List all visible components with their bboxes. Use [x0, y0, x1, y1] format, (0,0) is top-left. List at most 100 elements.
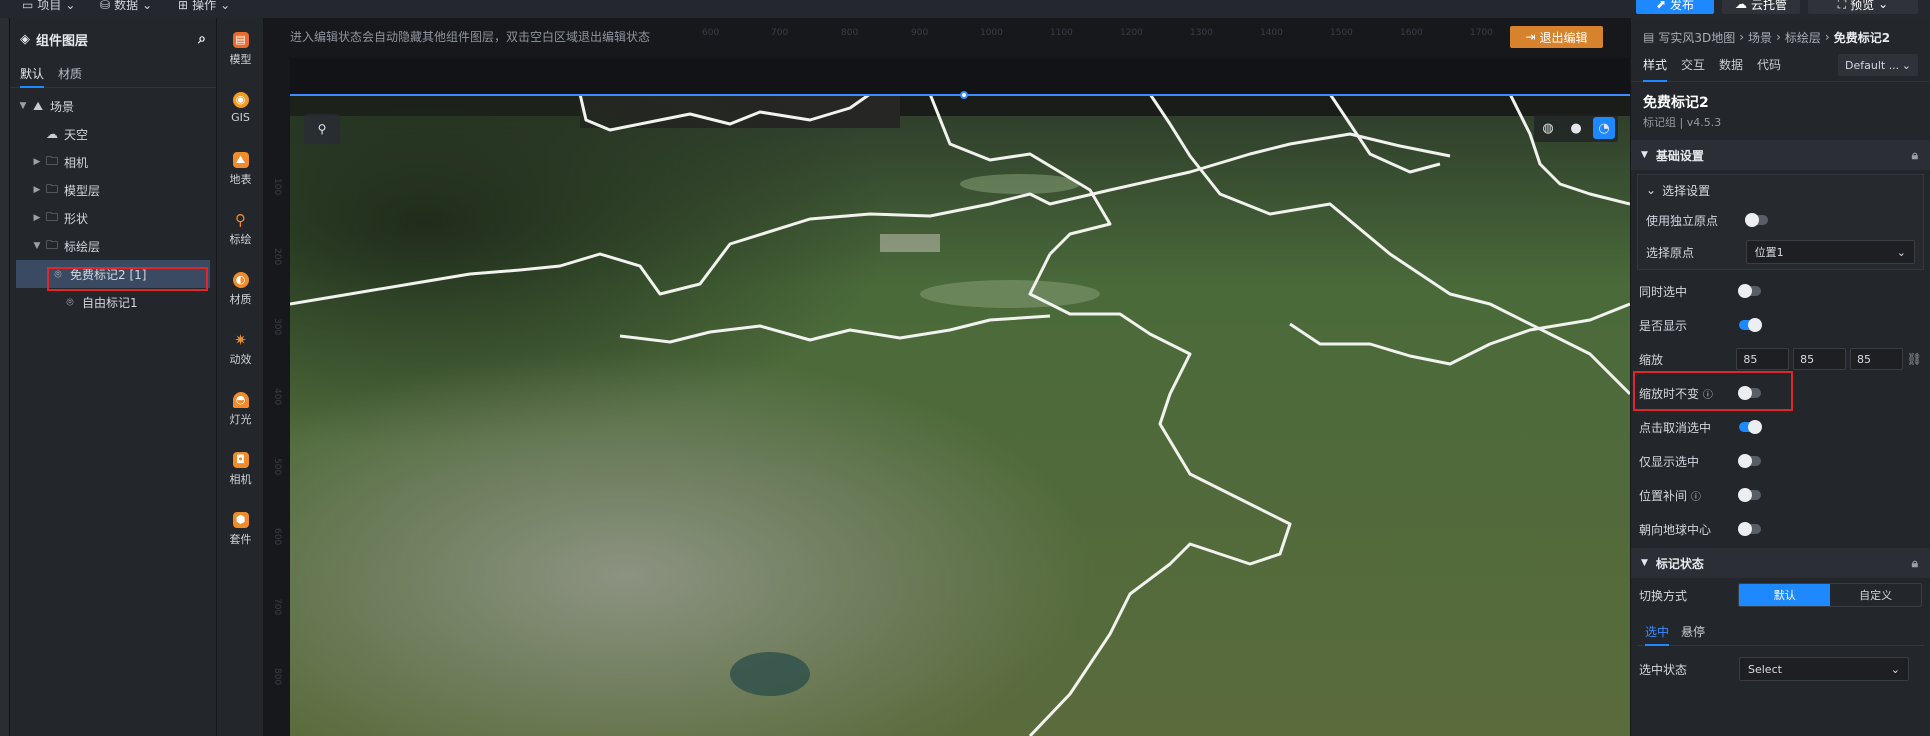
- tab-data[interactable]: 数据: [1719, 48, 1743, 82]
- tab-material[interactable]: 材质: [58, 60, 82, 88]
- caret-down-icon[interactable]: ▼: [16, 101, 30, 111]
- select-settings-header[interactable]: ⌄ 选择设置: [1638, 175, 1923, 205]
- chevron-down-icon: ⌄: [220, 0, 231, 12]
- highlight-box: [1633, 371, 1793, 411]
- ruler-left: 100 200 300 400 500 600 700 800: [264, 58, 290, 736]
- component-version: 标记组 | v4.5.3: [1643, 116, 1722, 129]
- row-only-selected: 仅显示选中: [1631, 444, 1930, 478]
- folder-icon: 🗀: [45, 153, 58, 168]
- rotate-view-icon[interactable]: ◔: [1593, 117, 1615, 139]
- ruler-tick: 800: [841, 28, 859, 38]
- tree-node-sky[interactable]: ☁ 天空: [10, 120, 216, 148]
- ruler-tick: 300: [272, 318, 282, 336]
- satellite-map[interactable]: ⚲ ◍ ● ◔: [290, 94, 1630, 736]
- breadcrumb-item[interactable]: 标绘层: [1785, 29, 1821, 46]
- independent-origin-toggle[interactable]: [1745, 213, 1768, 227]
- top-toolbar: ▭ 项目 ⌄ ⛁ 数据 ⌄ ⊞ 操作 ⌄ ⬈ 发布 ☁ 云托管 ⛶ 预览 ⌄: [0, 0, 1930, 18]
- tree-node-plot-layer[interactable]: ▼ 🗀 标绘层: [10, 232, 216, 260]
- theme-select[interactable]: Default ... ⌄: [1838, 54, 1918, 76]
- highlight-box: [47, 267, 208, 291]
- only-selected-toggle[interactable]: [1738, 454, 1761, 468]
- tree-node-shape[interactable]: ▶ 🗀 形状: [10, 204, 216, 232]
- tool-model[interactable]: ▤ 模型: [217, 32, 264, 67]
- preview-button[interactable]: ⛶ 预览 ⌄: [1808, 0, 1918, 14]
- ruler-tick: 1700: [1470, 28, 1493, 38]
- cloud-button[interactable]: ☁ 云托管: [1722, 0, 1800, 14]
- face-center-toggle[interactable]: [1738, 522, 1761, 536]
- tree-node-scene[interactable]: ▼ ⛰ 场景: [10, 92, 216, 120]
- breadcrumb-item[interactable]: 场景: [1748, 29, 1772, 46]
- publish-icon: ⬈: [1655, 0, 1667, 11]
- menu-operate[interactable]: ⊞ 操作 ⌄: [178, 0, 230, 13]
- tree-node-camera[interactable]: ▶ 🗀 相机: [10, 148, 216, 176]
- row-select-state: 选中状态 Select ⌄: [1637, 652, 1924, 686]
- caret-down-icon[interactable]: ▼: [30, 241, 44, 251]
- editor-canvas[interactable]: 600 700 800 900 1000 1100 1200 1300 1400…: [264, 18, 1630, 736]
- tree-node-model-layer[interactable]: ▶ 🗀 模型层: [10, 176, 216, 204]
- exit-edit-button[interactable]: ⇥ 退出编辑: [1510, 26, 1603, 48]
- ruler-tick: 500: [272, 458, 282, 476]
- scale-x-input[interactable]: 85: [1736, 348, 1790, 370]
- ruler-tick: 600: [702, 28, 720, 38]
- tool-plot[interactable]: ⚲ 标绘: [217, 212, 264, 247]
- scale-y-input[interactable]: 85: [1793, 348, 1846, 370]
- section-basic-settings[interactable]: ▼ 基础设置 🔒︎: [1631, 140, 1930, 170]
- lock-icon[interactable]: 🔒︎: [1912, 556, 1918, 571]
- caret-right-icon[interactable]: ▶: [30, 185, 44, 195]
- breadcrumb: ▤ 写实风3D地图 › 场景 › 标绘层 › 免费标记2: [1631, 26, 1930, 48]
- position-interp-toggle[interactable]: [1738, 488, 1761, 502]
- tool-gis[interactable]: ◉ GIS: [217, 92, 264, 124]
- ruler-tick: 1400: [1260, 28, 1283, 38]
- lock-icon[interactable]: 🔒︎: [1912, 148, 1918, 163]
- ruler-tick: 200: [272, 248, 282, 266]
- chevron-down-icon: ⌄: [142, 0, 153, 12]
- tool-effect[interactable]: ✷ 动效: [217, 332, 264, 367]
- tab-style[interactable]: 样式: [1643, 48, 1668, 82]
- globe-view-icon[interactable]: ◍: [1537, 117, 1559, 139]
- publish-button[interactable]: ⬈ 发布: [1636, 0, 1714, 14]
- file-icon: ▭: [22, 0, 34, 12]
- layers-title: 组件图层: [36, 33, 89, 49]
- select-together-toggle[interactable]: [1738, 284, 1761, 298]
- ruler-tick: 800: [272, 668, 282, 686]
- row-face-center: 朝向地球中心: [1631, 512, 1930, 546]
- visible-toggle[interactable]: [1739, 318, 1762, 332]
- material-icon: ◐: [232, 272, 249, 288]
- tool-light[interactable]: ◓ 灯光: [217, 392, 264, 427]
- menu-project[interactable]: ▭ 项目 ⌄: [22, 0, 75, 13]
- tool-camera[interactable]: ◘ 相机: [217, 452, 264, 487]
- state-tabs: 选中 悬停: [1637, 618, 1924, 646]
- link-icon[interactable]: ⛓: [1907, 352, 1922, 366]
- ruler-tick: 900: [911, 28, 929, 38]
- tool-material[interactable]: ◐ 材质: [217, 272, 264, 307]
- origin-select[interactable]: 位置1 ⌄: [1745, 240, 1915, 264]
- tool-terrain[interactable]: ⛰ 地表: [217, 152, 264, 187]
- scale-z-input[interactable]: 85: [1849, 348, 1903, 370]
- resize-handle[interactable]: [960, 91, 968, 99]
- row-scale-invariant: 缩放时不变 ⓘ: [1631, 371, 1930, 411]
- tab-selected-state[interactable]: 选中: [1645, 618, 1670, 646]
- tool-kit[interactable]: ⬢ 套件: [217, 512, 264, 547]
- tab-hover-state[interactable]: 悬停: [1681, 618, 1705, 646]
- tab-code[interactable]: 代码: [1757, 48, 1781, 82]
- light-icon: ◓: [232, 392, 249, 408]
- tab-default[interactable]: 默认: [20, 60, 45, 88]
- caret-right-icon[interactable]: ▶: [30, 213, 44, 223]
- breadcrumb-item[interactable]: 写实风3D地图: [1658, 29, 1735, 46]
- select-state-select[interactable]: Select ⌄: [1739, 657, 1909, 681]
- chevron-right-icon: ›: [1776, 30, 1781, 44]
- switch-mode-default[interactable]: 默认: [1739, 584, 1831, 606]
- click-cancel-toggle[interactable]: [1739, 420, 1762, 434]
- menu-data[interactable]: ⛁ 数据 ⌄: [100, 0, 152, 13]
- layers-tabs: 默认 材质: [10, 60, 216, 88]
- tree-node-free-marker-1[interactable]: ⌾ 自由标记1: [10, 288, 216, 316]
- caret-right-icon[interactable]: ▶: [30, 157, 44, 167]
- sphere-view-icon[interactable]: ●: [1565, 117, 1587, 139]
- layers-icon: ◈: [20, 31, 30, 47]
- section-marker-state[interactable]: ▼ 标记状态 🔒︎: [1631, 548, 1930, 578]
- search-icon[interactable]: ⌕: [198, 31, 206, 47]
- map-marker-button[interactable]: ⚲: [304, 114, 340, 144]
- switch-mode-custom[interactable]: 自定义: [1830, 584, 1921, 606]
- help-icon[interactable]: ⓘ: [1691, 492, 1701, 503]
- tab-interaction[interactable]: 交互: [1681, 48, 1705, 82]
